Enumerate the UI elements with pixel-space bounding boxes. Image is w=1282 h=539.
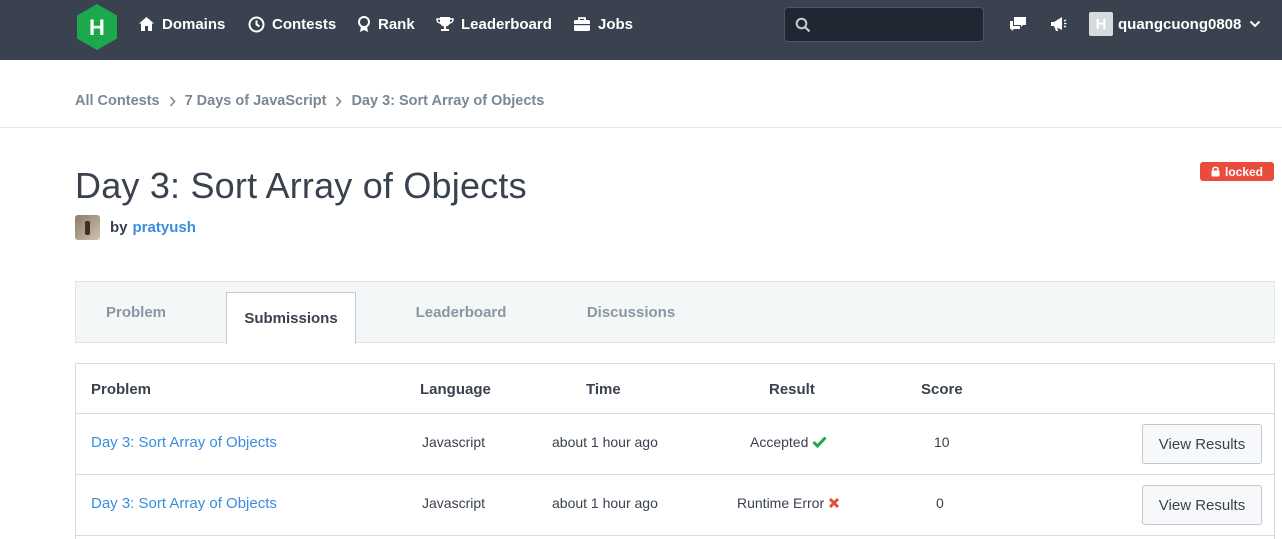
result-label: Runtime Error bbox=[737, 495, 825, 511]
header-language: Language bbox=[420, 381, 491, 398]
chevron-right-icon bbox=[336, 95, 343, 107]
nav-jobs-label: Jobs bbox=[598, 15, 634, 33]
crumb-challenge[interactable]: Day 3: Sort Array of Objects bbox=[351, 93, 544, 109]
score-cell: 10 bbox=[934, 434, 950, 450]
view-results-button[interactable]: View Results bbox=[1142, 485, 1262, 525]
author-by: by bbox=[110, 219, 128, 236]
table-row: Day 3: Sort Array of Objects Javascript … bbox=[76, 414, 1274, 475]
tab-problem[interactable]: Problem bbox=[76, 282, 196, 343]
problem-link[interactable]: Day 3: Sort Array of Objects bbox=[91, 495, 277, 512]
lock-icon bbox=[1211, 166, 1220, 177]
crumb-contest[interactable]: 7 Days of JavaScript bbox=[185, 93, 327, 109]
author-info: by pratyush bbox=[75, 215, 196, 240]
announcement-icon[interactable] bbox=[1048, 14, 1068, 34]
author-avatar bbox=[75, 215, 100, 240]
tab-submissions[interactable]: Submissions bbox=[226, 292, 356, 344]
nav-contests[interactable]: Contests bbox=[248, 0, 336, 48]
check-icon bbox=[812, 436, 827, 448]
search-input[interactable] bbox=[817, 8, 977, 41]
chevron-right-icon bbox=[169, 95, 176, 107]
nav-rank[interactable]: Rank bbox=[357, 0, 415, 48]
result-cell: Accepted bbox=[750, 434, 827, 450]
clock-icon bbox=[248, 16, 265, 32]
locked-badge: locked bbox=[1200, 162, 1274, 181]
nav-domains-label: Domains bbox=[162, 15, 226, 33]
time-cell: about 1 hour ago bbox=[552, 434, 658, 450]
breadcrumb: All Contests 7 Days of JavaScript Day 3:… bbox=[75, 93, 544, 109]
briefcase-icon bbox=[574, 17, 590, 31]
header-score: Score bbox=[921, 381, 963, 398]
table-row: Day 3: Sort Array of Objects Javascript … bbox=[76, 475, 1274, 536]
result-cell: Runtime Error bbox=[737, 495, 840, 511]
language-cell: Javascript bbox=[422, 434, 486, 450]
search-icon bbox=[795, 17, 811, 33]
nav-leaderboard[interactable]: Leaderboard bbox=[436, 0, 552, 48]
locked-label: locked bbox=[1224, 164, 1263, 179]
result-label: Accepted bbox=[750, 434, 809, 450]
table-header: Problem Language Time Result Score bbox=[76, 364, 1274, 414]
view-results-button[interactable]: View Results bbox=[1142, 424, 1262, 464]
home-icon bbox=[139, 17, 154, 31]
nav-leaderboard-label: Leaderboard bbox=[461, 15, 552, 33]
nav-domains[interactable]: Domains bbox=[138, 0, 225, 48]
score-cell: 0 bbox=[936, 495, 944, 511]
language-cell: Javascript bbox=[422, 495, 486, 511]
svg-text:H: H bbox=[1096, 16, 1107, 32]
header-problem: Problem bbox=[91, 381, 152, 398]
chevron-down-icon bbox=[1250, 20, 1261, 28]
rank-icon bbox=[358, 15, 370, 32]
submissions-table: Problem Language Time Result Score Day 3… bbox=[75, 363, 1275, 539]
top-nav: H Domains Contests Rank Leaderboard Jobs… bbox=[0, 0, 1282, 60]
logo-letter: H bbox=[89, 15, 105, 40]
search-box[interactable] bbox=[784, 7, 984, 42]
tab-discussions[interactable]: Discussions bbox=[571, 282, 691, 343]
user-menu[interactable]: H quangcuong0808 bbox=[1089, 10, 1261, 38]
tab-leaderboard[interactable]: Leaderboard bbox=[401, 282, 521, 343]
crumb-all-contests[interactable]: All Contests bbox=[75, 93, 160, 109]
username: quangcuong0808 bbox=[1118, 15, 1242, 33]
cross-icon bbox=[829, 497, 840, 509]
problem-link[interactable]: Day 3: Sort Array of Objects bbox=[91, 434, 277, 451]
challenge-tabs: Problem Submissions Leaderboard Discussi… bbox=[75, 281, 1275, 344]
hackerrank-logo[interactable]: H bbox=[75, 2, 119, 52]
header-time: Time bbox=[586, 381, 621, 398]
header-result: Result bbox=[769, 381, 815, 398]
user-avatar: H bbox=[1089, 12, 1113, 36]
author-link[interactable]: pratyush bbox=[133, 219, 196, 236]
nav-contests-label: Contests bbox=[272, 15, 337, 33]
time-cell: about 1 hour ago bbox=[552, 495, 658, 511]
breadcrumb-bar: All Contests 7 Days of JavaScript Day 3:… bbox=[0, 60, 1282, 128]
nav-rank-label: Rank bbox=[378, 15, 415, 33]
chat-icon[interactable] bbox=[1008, 14, 1028, 34]
page-title: Day 3: Sort Array of Objects bbox=[75, 165, 527, 206]
nav-jobs[interactable]: Jobs bbox=[573, 0, 633, 48]
trophy-icon bbox=[436, 17, 454, 31]
